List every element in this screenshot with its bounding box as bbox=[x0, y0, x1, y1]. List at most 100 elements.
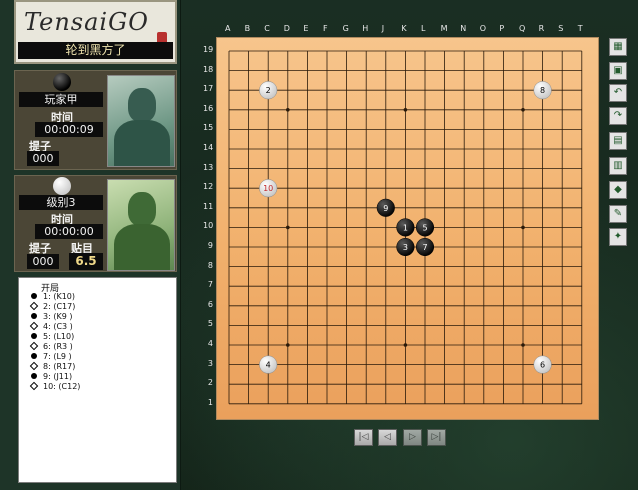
column-label: C bbox=[264, 24, 270, 33]
turn-status: 轮到黑方了 bbox=[18, 42, 173, 59]
stone-black: 7 bbox=[415, 237, 435, 257]
row-label: 19 bbox=[203, 45, 214, 54]
white-stone-icon bbox=[29, 341, 39, 351]
black-player-panel: 玩家甲 时间 00:00:09 提子 000 bbox=[14, 70, 177, 170]
column-label: S bbox=[558, 24, 564, 33]
stone-white: 8 bbox=[533, 81, 552, 100]
stone-number: 9 bbox=[383, 204, 388, 213]
move-list-item[interactable]: 8: (R17) bbox=[29, 361, 75, 371]
white-player-panel: 级别3 时间 00:00:00 提子 贴目 000 6.5 bbox=[14, 175, 177, 272]
move-list-item[interactable]: 5: (L10) bbox=[31, 332, 74, 341]
move-list-item[interactable]: 2: (C17) bbox=[29, 301, 76, 311]
black-stone-icon bbox=[31, 313, 37, 319]
prev-icon: ◁ bbox=[384, 432, 391, 442]
star-point bbox=[286, 108, 290, 112]
stone-number: 8 bbox=[540, 86, 545, 95]
stone-number: 6 bbox=[540, 361, 545, 370]
white-stone-icon bbox=[29, 381, 39, 391]
black-stone-icon bbox=[31, 293, 37, 299]
stone-white: 6 bbox=[533, 355, 552, 374]
black-time-value: 00:00:09 bbox=[35, 122, 103, 137]
stone-number: 2 bbox=[266, 86, 271, 95]
column-label: A bbox=[225, 24, 231, 33]
row-label: 1 bbox=[207, 397, 213, 407]
row-label: 2 bbox=[207, 378, 213, 388]
move-text: 2: (C17) bbox=[43, 302, 76, 311]
hint-button[interactable]: ◆ bbox=[609, 181, 627, 199]
app-logo: TensaiGO bbox=[24, 8, 149, 36]
row-label: 3 bbox=[207, 358, 213, 368]
stone-white: 2 bbox=[259, 81, 278, 100]
board-grid[interactable]: 1 2 3 4 5 6 7 8 9 10 bbox=[217, 38, 600, 421]
move-list-item[interactable]: 1: (K10) bbox=[31, 292, 75, 301]
chat-button[interactable]: ✎ bbox=[609, 205, 627, 223]
move-text: 3: (K9 ) bbox=[43, 312, 73, 321]
white-stone-icon bbox=[29, 301, 39, 311]
move-list-item[interactable]: 9: (J11) bbox=[31, 372, 72, 381]
move-list-item[interactable]: 4: (C3 ) bbox=[29, 321, 73, 331]
stone-black: 1 bbox=[396, 218, 415, 237]
star-point bbox=[286, 225, 290, 230]
undo-icon: ↶ bbox=[613, 87, 623, 98]
move-text: 4: (C3 ) bbox=[43, 322, 73, 331]
stone-black: 5 bbox=[415, 218, 435, 237]
white-stone-icon bbox=[29, 321, 39, 331]
column-label: N bbox=[460, 24, 467, 33]
move-text: 10: (C12) bbox=[43, 382, 81, 391]
go-board[interactable]: 1 2 3 4 5 6 7 8 9 10 bbox=[216, 37, 599, 420]
column-label: L bbox=[421, 24, 426, 33]
row-label: 12 bbox=[203, 182, 214, 192]
move-list-item[interactable]: 3: (K9 ) bbox=[31, 312, 72, 321]
hint-icon: ◆ bbox=[614, 184, 622, 195]
settings-button[interactable]: ✦ bbox=[609, 228, 627, 246]
column-label: P bbox=[499, 24, 505, 33]
move-list[interactable]: 开局 1: (K10) 2: (C17) 3: (K9 ) 4: (C3 ) 5: (L… bbox=[18, 277, 177, 483]
save-button[interactable]: ▣ bbox=[609, 62, 627, 80]
column-label: F bbox=[323, 24, 328, 33]
new-game-button[interactable]: ▦ bbox=[609, 38, 627, 56]
row-label: 7 bbox=[207, 280, 213, 290]
score-button[interactable]: ▥ bbox=[609, 157, 627, 175]
column-label: J bbox=[381, 24, 385, 33]
save-icon: ▣ bbox=[613, 65, 623, 76]
column-label: D bbox=[283, 24, 290, 33]
row-label: 6 bbox=[207, 299, 213, 309]
black-player-name: 玩家甲 bbox=[19, 92, 103, 107]
black-player-avatar bbox=[107, 75, 175, 167]
black-stone-icon bbox=[53, 73, 71, 91]
prev-move-button[interactable]: ◁ bbox=[378, 429, 397, 446]
row-label: 4 bbox=[207, 339, 213, 348]
stone-white: 10 bbox=[259, 179, 278, 198]
move-list-item[interactable]: 7: (L9 ) bbox=[31, 352, 72, 361]
move-text: 7: (L9 ) bbox=[43, 352, 72, 361]
logo-frame: TensaiGO 轮到黑方了 bbox=[14, 0, 177, 64]
resign-icon: ▤ bbox=[613, 135, 623, 146]
column-label: H bbox=[362, 24, 369, 33]
column-label: M bbox=[440, 24, 448, 33]
move-list-item[interactable]: 6: (R3 ) bbox=[29, 341, 73, 351]
next-move-button[interactable]: ▷ bbox=[403, 429, 422, 446]
pass-icon: ↷ bbox=[613, 110, 623, 121]
black-captures-value: 000 bbox=[27, 151, 59, 166]
star-point bbox=[286, 343, 290, 347]
undo-button[interactable]: ↶ bbox=[609, 84, 627, 102]
resign-button[interactable]: ▤ bbox=[609, 132, 627, 150]
stone-number: 3 bbox=[403, 243, 408, 252]
settings-icon: ✦ bbox=[613, 231, 623, 242]
first-icon: |◁ bbox=[358, 432, 369, 442]
row-label: 17 bbox=[203, 84, 214, 94]
row-label: 14 bbox=[203, 143, 214, 152]
first-move-button[interactable]: |◁ bbox=[354, 429, 373, 446]
pass-button[interactable]: ↷ bbox=[609, 107, 627, 125]
row-label: 9 bbox=[207, 241, 213, 250]
move-list-item[interactable]: 10: (C12) bbox=[29, 381, 81, 391]
last-move-button[interactable]: ▷| bbox=[427, 429, 446, 446]
white-stone-icon bbox=[29, 361, 39, 371]
column-label: B bbox=[244, 24, 251, 33]
stone-number: 5 bbox=[422, 223, 427, 232]
last-icon: ▷| bbox=[431, 432, 442, 442]
white-captures-value: 000 bbox=[27, 254, 59, 269]
column-label: G bbox=[342, 24, 349, 33]
row-label: 8 bbox=[207, 260, 213, 270]
white-player-name: 级别3 bbox=[19, 195, 103, 210]
